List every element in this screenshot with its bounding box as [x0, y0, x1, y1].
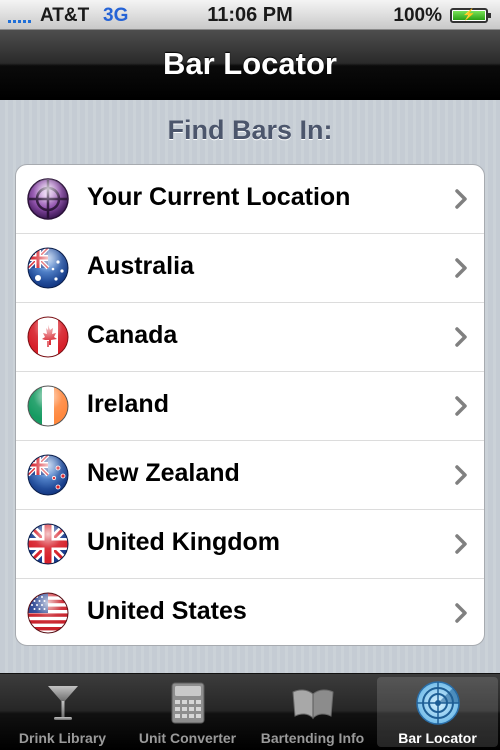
tab-bar-locator[interactable]: Bar Locator: [377, 677, 498, 747]
new-zealand-flag-icon: [26, 453, 70, 497]
location-row-canada[interactable]: Canada: [16, 303, 484, 372]
tab-drink-library[interactable]: Drink Library: [0, 674, 125, 750]
location-row-current-location[interactable]: Your Current Location: [16, 165, 484, 234]
chevron-right-icon: [454, 258, 468, 278]
radar-icon: [415, 680, 461, 726]
united-states-flag-icon: [26, 591, 70, 635]
location-label: Ireland: [87, 390, 169, 418]
australia-flag-icon: [26, 246, 70, 290]
location-row-united-kingdom[interactable]: United Kingdom: [16, 510, 484, 579]
navigation-bar: Bar Locator: [0, 30, 500, 100]
chevron-right-icon: [454, 603, 468, 623]
chevron-right-icon: [454, 327, 468, 347]
location-label: United States: [87, 597, 247, 625]
chevron-right-icon: [454, 189, 468, 209]
chevron-right-icon: [454, 396, 468, 416]
tab-bar: Drink Library Unit Converter Bartending …: [0, 673, 500, 750]
canada-flag-icon: [26, 315, 70, 359]
tab-bartending-info[interactable]: Bartending Info: [250, 674, 375, 750]
location-row-ireland[interactable]: Ireland: [16, 372, 484, 441]
ireland-flag-icon: [26, 384, 70, 428]
tab-label: Bar Locator: [398, 730, 477, 746]
united-kingdom-flag-icon: [26, 522, 70, 566]
battery-charging-icon: ⚡: [450, 8, 491, 23]
location-row-new-zealand[interactable]: New Zealand: [16, 441, 484, 510]
open-book-icon: [290, 680, 336, 726]
location-label: New Zealand: [87, 459, 240, 487]
location-list: Your Current Location Australia Canada I…: [15, 164, 485, 646]
section-header: Find Bars In:: [167, 115, 333, 145]
martini-glass-icon: [40, 680, 86, 726]
chevron-right-icon: [454, 534, 468, 554]
calculator-icon: [165, 680, 211, 726]
chevron-right-icon: [454, 465, 468, 485]
tab-label: Unit Converter: [138, 730, 237, 746]
status-bar: AT&T 3G 11:06 PM 100% ⚡: [0, 0, 500, 30]
tab-unit-converter[interactable]: Unit Converter: [125, 674, 250, 750]
location-label: Canada: [87, 321, 178, 349]
tab-label: Bartending Info: [260, 730, 365, 746]
crosshair-location-icon: [26, 177, 70, 221]
location-label: Your Current Location: [87, 183, 351, 211]
tab-label: Drink Library: [18, 730, 107, 746]
location-row-australia[interactable]: Australia: [16, 234, 484, 303]
page-title: Bar Locator: [163, 46, 337, 81]
location-label: Australia: [87, 252, 194, 280]
location-label: United Kingdom: [87, 528, 281, 556]
battery-percent: 100%: [393, 5, 442, 26]
location-row-united-states[interactable]: United States: [16, 579, 484, 645]
